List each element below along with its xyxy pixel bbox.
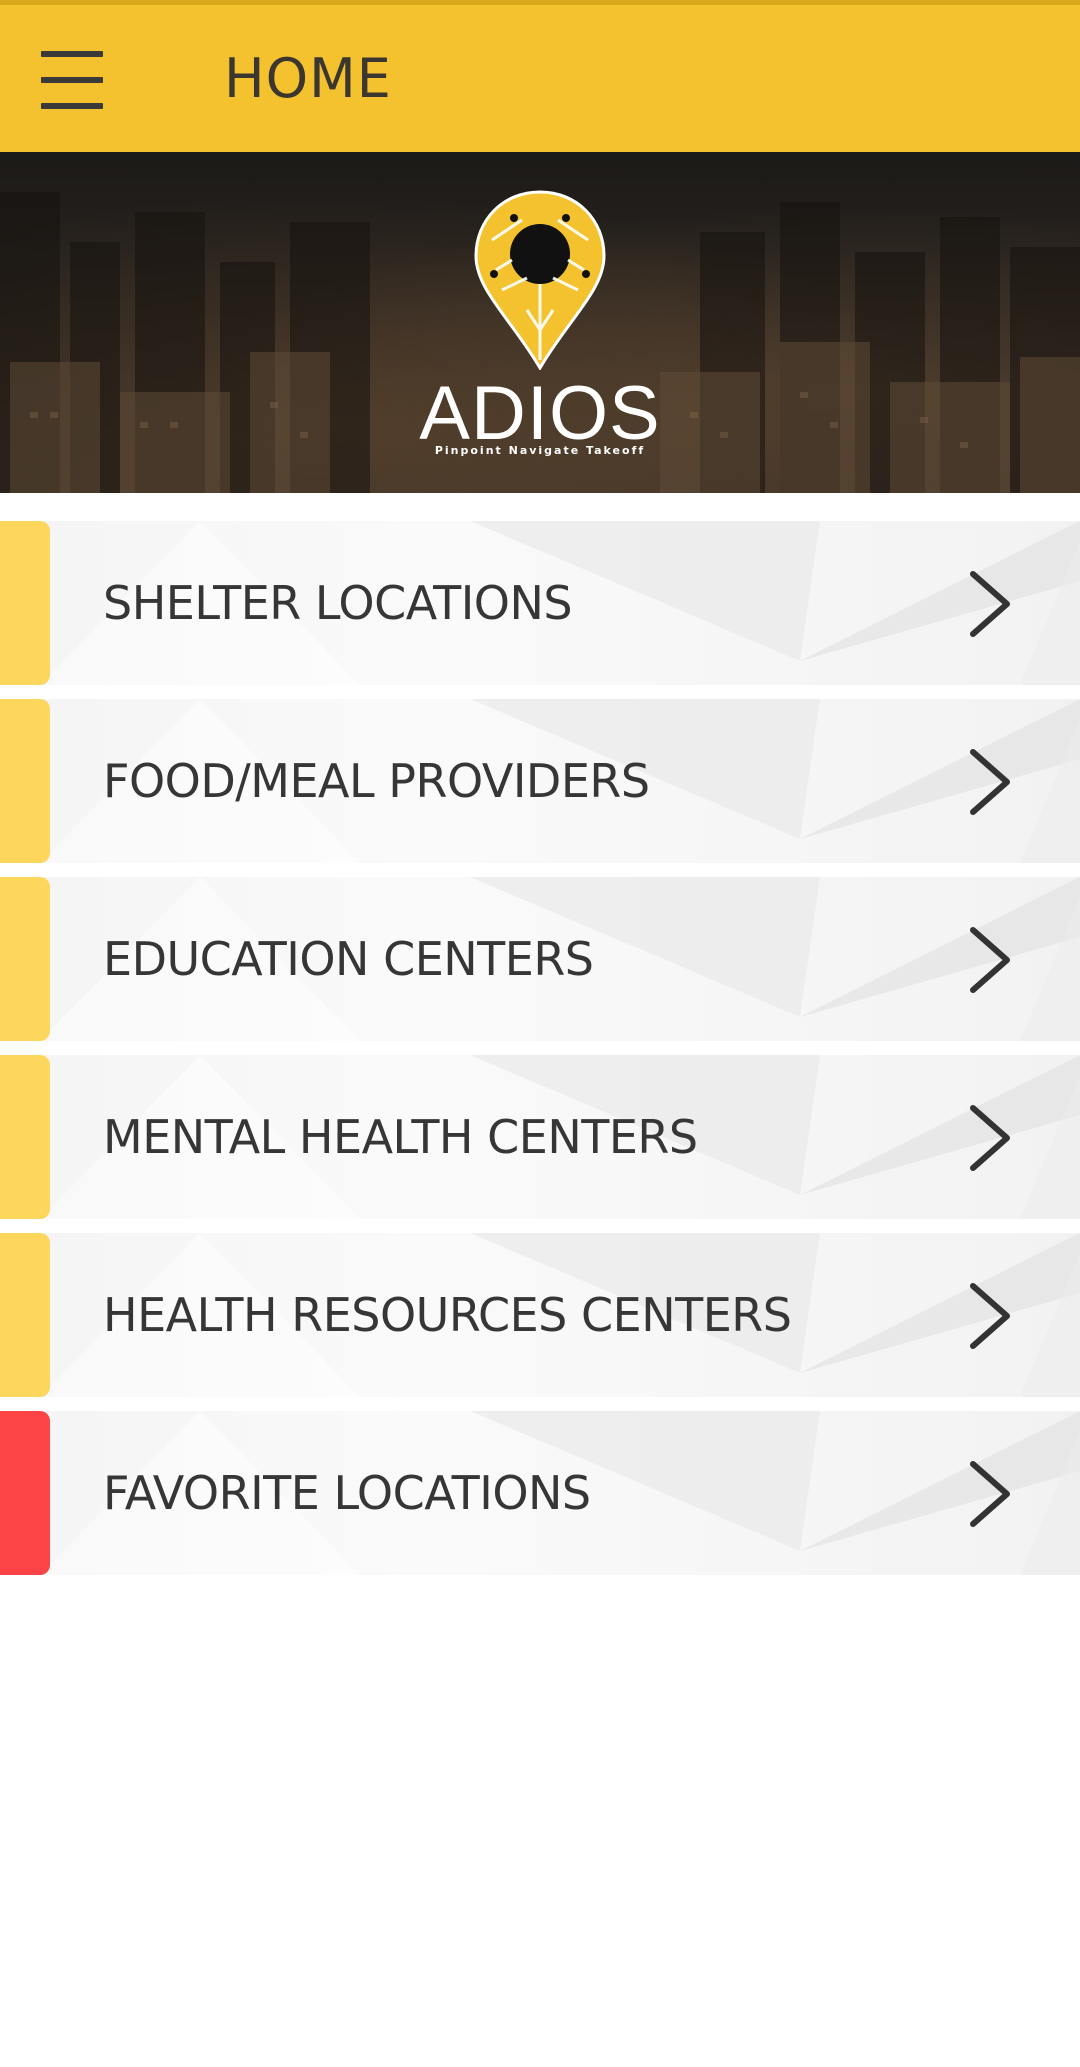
- hero-banner: ADIOS Pinpoint Navigate Takeoff: [0, 152, 1080, 493]
- chevron-right-icon: [970, 1283, 1010, 1349]
- menu-item-label: MENTAL HEALTH CENTERS: [103, 1110, 698, 1164]
- menu-item-label: EDUCATION CENTERS: [103, 932, 594, 986]
- menu-item-health-resources-centers[interactable]: HEALTH RESOURCES CENTERS: [0, 1233, 1080, 1397]
- menu-item-food-meal-providers[interactable]: FOOD/MEAL PROVIDERS: [0, 699, 1080, 863]
- menu-item-education-centers[interactable]: EDUCATION CENTERS: [0, 877, 1080, 1041]
- category-menu: SHELTER LOCATIONS FOOD/MEAL PROVIDERS ED…: [0, 521, 1080, 1589]
- app-bar: HOME: [0, 5, 1080, 152]
- menu-item-label: FOOD/MEAL PROVIDERS: [103, 754, 650, 808]
- menu-item-accent: [0, 877, 50, 1041]
- brand-name: ADIOS: [419, 371, 661, 456]
- chevron-right-icon: [970, 927, 1010, 993]
- menu-item-mental-health-centers[interactable]: MENTAL HEALTH CENTERS: [0, 1055, 1080, 1219]
- chevron-right-icon: [970, 571, 1010, 637]
- menu-item-shelter-locations[interactable]: SHELTER LOCATIONS: [0, 521, 1080, 685]
- menu-item-label: SHELTER LOCATIONS: [103, 576, 573, 630]
- menu-item-accent: [0, 521, 50, 685]
- menu-item-label: HEALTH RESOURCES CENTERS: [103, 1288, 792, 1342]
- brand-tagline: Pinpoint Navigate Takeoff: [434, 444, 646, 457]
- chevron-right-icon: [970, 1105, 1010, 1171]
- hamburger-menu-icon[interactable]: [36, 45, 110, 115]
- menu-item-accent: [0, 1233, 50, 1397]
- chevron-right-icon: [970, 1461, 1010, 1527]
- menu-item-label: FAVORITE LOCATIONS: [103, 1466, 591, 1520]
- menu-item-accent: [0, 1055, 50, 1219]
- menu-item-accent: [0, 1411, 50, 1575]
- chevron-right-icon: [970, 749, 1010, 815]
- page-title: HOME: [224, 47, 392, 110]
- menu-item-accent: [0, 699, 50, 863]
- map-pin-logo-icon: [474, 190, 606, 370]
- menu-item-favorite-locations[interactable]: FAVORITE LOCATIONS: [0, 1411, 1080, 1575]
